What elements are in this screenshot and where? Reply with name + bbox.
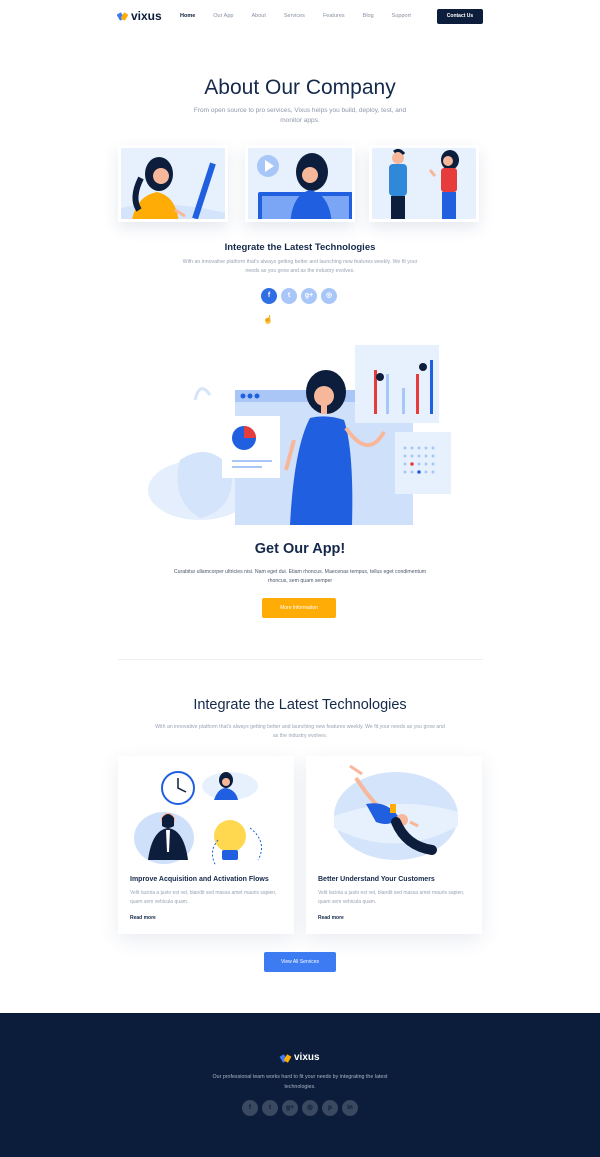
integrate-small-text: With an innovative platform that's alway…: [182, 259, 418, 274]
nav-item-support[interactable]: Support: [392, 13, 411, 19]
read-more-link[interactable]: Read more: [318, 915, 344, 921]
more-information-button[interactable]: More Information: [262, 598, 336, 618]
card-text: Velit lacinia a justo est vel, blandit s…: [130, 890, 277, 905]
google-plus-icon[interactable]: g+: [301, 288, 317, 304]
twitter-icon[interactable]: t: [262, 1100, 278, 1116]
nav-item-home[interactable]: Home: [180, 13, 195, 19]
app-title: Get Our App!: [254, 541, 346, 557]
read-more-link[interactable]: Read more: [130, 915, 156, 921]
card-title: Better Understand Your Customers: [318, 876, 435, 883]
customers-illustration: [334, 764, 458, 860]
acquisition-illustration: [134, 771, 263, 867]
brand-name: vixus: [131, 9, 162, 23]
integrate-small-title: Integrate the Latest Technologies: [224, 242, 376, 253]
services-title: Integrate the Latest Technologies: [193, 697, 407, 713]
thumbnail-woman-at-monitor[interactable]: [118, 145, 228, 222]
footer-social-links: f t g+ ◎ p in: [242, 1100, 358, 1116]
nav-item-features[interactable]: Features: [323, 13, 345, 19]
nav-item-about[interactable]: About: [251, 13, 265, 19]
section-divider: [118, 659, 483, 660]
facebook-icon[interactable]: f: [242, 1100, 258, 1116]
logo-mark-icon: [116, 11, 129, 21]
social-links: f t g+ ◎: [261, 288, 337, 304]
card-text: Velit lacinia a justo est vel, blandit s…: [318, 890, 465, 905]
twitter-icon[interactable]: t: [281, 288, 297, 304]
footer-brand-name: vixus: [294, 1052, 320, 1063]
google-plus-icon[interactable]: g+: [282, 1100, 298, 1116]
main-menu: Home Our App About Services Features Blo…: [180, 13, 429, 19]
top-navigation: vixus Home Our App About Services Featur…: [0, 0, 600, 34]
service-card[interactable]: Improve Acquisition and Activation Flows…: [118, 756, 294, 934]
footer-text: Our professional team works hard to fit …: [212, 1074, 388, 1090]
about-title: About Our Company: [204, 76, 396, 99]
hand-cursor-icon: ☝: [263, 315, 273, 324]
video-woman-illustration: [248, 148, 352, 219]
woman-at-monitor-illustration: [121, 148, 225, 219]
facebook-icon[interactable]: f: [261, 288, 277, 304]
instagram-icon[interactable]: ◎: [302, 1100, 318, 1116]
brand-logo[interactable]: vixus: [116, 9, 162, 23]
pinterest-icon[interactable]: p: [322, 1100, 338, 1116]
footer-logo[interactable]: vixus: [279, 1052, 320, 1063]
app-text: Curabitur ullamcorper ultricies nisi. Na…: [173, 569, 427, 584]
service-card[interactable]: Better Understand Your Customers Velit l…: [306, 756, 482, 934]
logo-mark-icon: [279, 1053, 292, 1063]
card-title: Improve Acquisition and Activation Flows: [130, 876, 269, 883]
about-subtitle: From open source to pro services, Vixus …: [193, 107, 407, 124]
app-dashboard-illustration: [148, 345, 451, 525]
nav-item-blog[interactable]: Blog: [363, 13, 374, 19]
instagram-icon[interactable]: ◎: [321, 288, 337, 304]
thumbnail-video-woman[interactable]: [245, 145, 355, 222]
services-text: With an innovative platform that's alway…: [155, 724, 445, 739]
two-people-illustration: [372, 148, 476, 219]
contact-us-button[interactable]: Contact Us: [437, 9, 483, 24]
thumbnail-two-people[interactable]: [369, 145, 479, 222]
nav-item-our-app[interactable]: Our App: [213, 13, 233, 19]
nav-item-services[interactable]: Services: [284, 13, 305, 19]
linkedin-icon[interactable]: in: [342, 1100, 358, 1116]
view-all-services-button[interactable]: View All Services: [264, 952, 336, 972]
